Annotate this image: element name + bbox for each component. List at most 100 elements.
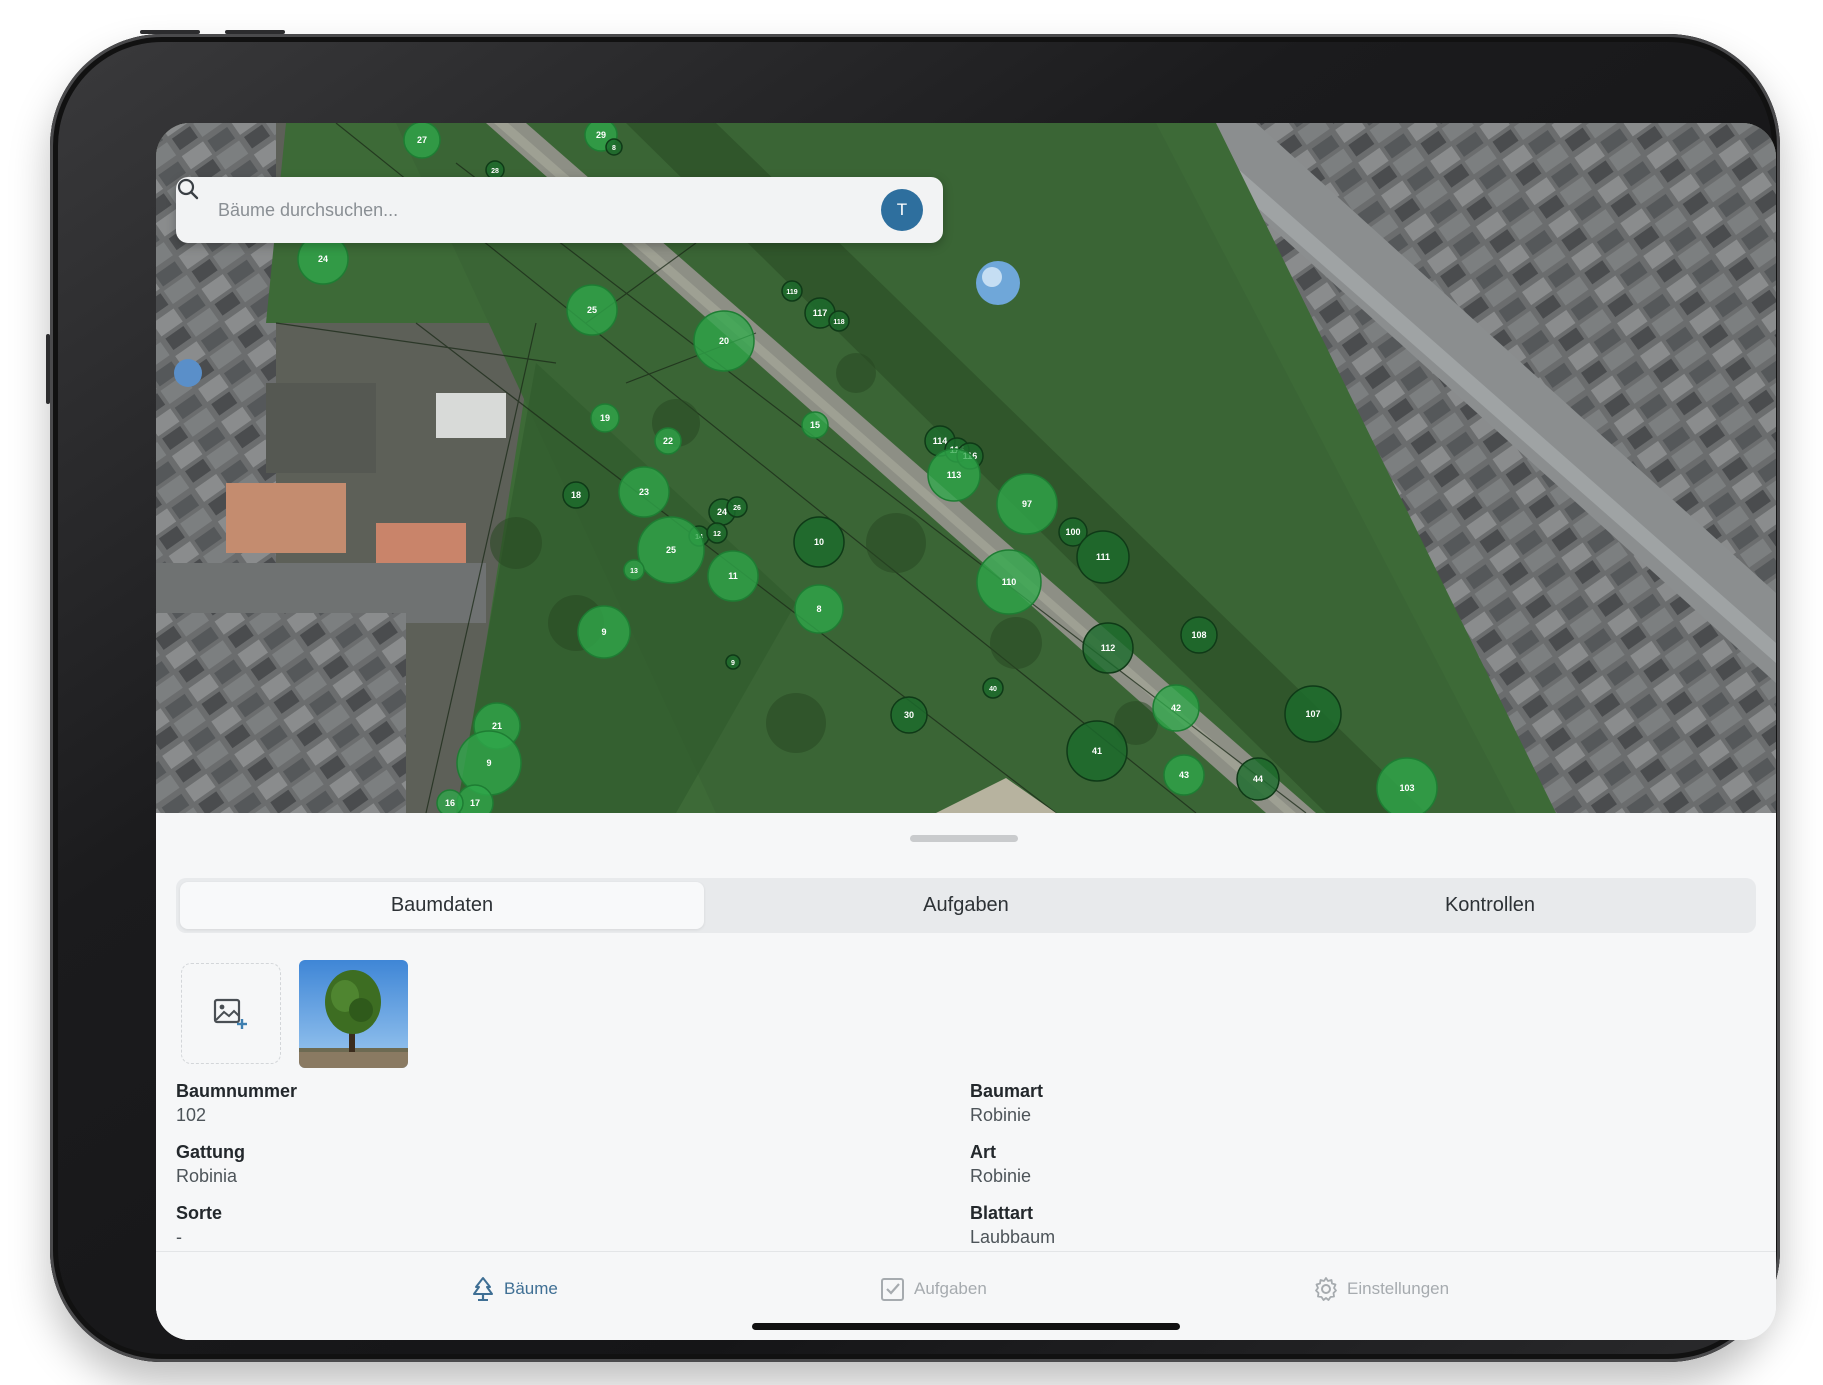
tree-marker-label: 114 xyxy=(933,436,948,446)
tree-marker[interactable]: 8 xyxy=(605,138,623,156)
blattart-value: Laubbaum xyxy=(970,1227,1056,1247)
tree-marker-label: 103 xyxy=(1399,783,1414,793)
tree-marker[interactable]: 113 xyxy=(927,448,981,502)
tree-marker[interactable]: 15 xyxy=(801,411,829,439)
tree-marker-label: 41 xyxy=(1092,746,1102,756)
tree-marker-label: 43 xyxy=(1179,770,1189,780)
tree-marker[interactable]: 19 xyxy=(590,403,620,433)
search-bar[interactable]: Bäume durchsuchen... T xyxy=(176,177,943,243)
tree-marker-label: 9 xyxy=(731,660,735,667)
tree-marker[interactable]: 110 xyxy=(976,549,1042,615)
tree-marker[interactable]: 42 xyxy=(1152,684,1200,732)
tree-marker[interactable]: 107 xyxy=(1284,685,1342,743)
baumnummer-value: 102 xyxy=(176,1105,207,1125)
tree-marker-label: 13 xyxy=(630,568,638,575)
tree-marker-label: 17 xyxy=(470,798,480,808)
tree-marker-label: 28 xyxy=(491,168,499,175)
tabbar-item-baeume[interactable]: Bäume xyxy=(470,1276,558,1302)
tree-marker[interactable]: 9 xyxy=(577,605,631,659)
tabbar-item-aufgaben[interactable]: Aufgaben xyxy=(880,1276,987,1302)
tree-marker-label: 9 xyxy=(601,627,606,637)
add-image-icon xyxy=(213,998,247,1029)
baumart-label: Baumart xyxy=(970,1081,1044,1101)
tree-marker[interactable]: 20 xyxy=(693,310,755,372)
tree-marker[interactable]: 18 xyxy=(562,481,590,509)
tabbar-item-einstellungen[interactable]: Einstellungen xyxy=(1313,1276,1449,1302)
tree-marker[interactable]: 118 xyxy=(828,310,850,332)
tree-marker-label: 113 xyxy=(947,470,962,480)
tree-marker[interactable]: 11 xyxy=(707,550,759,602)
tree-marker-label: 107 xyxy=(1305,709,1320,719)
tree-marker[interactable]: 26 xyxy=(726,496,748,518)
sorte-label: Sorte xyxy=(176,1203,223,1223)
home-indicator xyxy=(752,1323,1180,1330)
tree-marker[interactable]: 103 xyxy=(1376,757,1438,813)
tree-marker[interactable]: 111 xyxy=(1076,530,1130,584)
tree-marker-label: 16 xyxy=(445,798,455,808)
baumart-value: Robinie xyxy=(970,1105,1032,1125)
tree-marker-label: 12 xyxy=(713,531,721,538)
tree-marker[interactable]: 9 xyxy=(725,654,741,670)
tree-marker[interactable]: 25 xyxy=(637,516,705,584)
tree-marker[interactable]: 8 xyxy=(794,584,844,634)
tree-marker-label: 22 xyxy=(663,436,673,446)
gear-icon xyxy=(1315,1277,1337,1301)
tree-photo[interactable] xyxy=(299,960,408,1068)
app-screen: 2729828242520119117118192215182324261412… xyxy=(156,123,1776,1340)
tree-marker[interactable]: 9 xyxy=(456,730,522,796)
tree-marker[interactable]: 13 xyxy=(623,559,645,581)
field-blattart: Blattart Laubbaum xyxy=(970,1201,1055,1249)
tree-marker[interactable]: 16 xyxy=(436,789,464,813)
tree-marker-label: 25 xyxy=(587,305,597,315)
tree-marker[interactable]: 119 xyxy=(781,280,803,302)
tree-marker-label: 30 xyxy=(904,710,914,720)
tree-marker-label: 8 xyxy=(612,145,616,152)
top-button-right xyxy=(225,30,285,34)
tree-marker[interactable]: 23 xyxy=(618,466,670,518)
tree-marker-label: 118 xyxy=(833,319,844,326)
search-input[interactable]: Bäume durchsuchen... xyxy=(218,200,881,221)
tree-marker[interactable]: 12 xyxy=(706,522,728,544)
tree-marker-label: 9 xyxy=(486,758,491,768)
tree-marker-label: 97 xyxy=(1022,499,1032,509)
field-baumnummer: Baumnummer 102 xyxy=(176,1079,297,1127)
tree-marker-label: 25 xyxy=(666,545,676,555)
tree-marker-label: 119 xyxy=(786,289,797,296)
field-gattung: Gattung Robinia xyxy=(176,1140,245,1188)
tree-marker[interactable]: 30 xyxy=(890,696,928,734)
tree-marker-label: 11 xyxy=(728,571,738,581)
tab-kontrollen[interactable]: Kontrollen xyxy=(1228,882,1752,929)
tree-icon xyxy=(473,1277,493,1301)
tree-marker[interactable]: 112 xyxy=(1082,622,1134,674)
sheet-grabber[interactable] xyxy=(910,835,1018,842)
tree-marker[interactable]: 97 xyxy=(996,473,1058,535)
gattung-value: Robinia xyxy=(176,1166,238,1186)
tree-marker[interactable]: 41 xyxy=(1066,720,1128,782)
satellite-map[interactable]: 2729828242520119117118192215182324261412… xyxy=(156,123,1776,813)
tree-marker[interactable]: 44 xyxy=(1236,757,1280,801)
tree-marker[interactable]: 27 xyxy=(403,123,441,159)
tab-aufgaben[interactable]: Aufgaben xyxy=(704,882,1228,929)
field-sorte: Sorte - xyxy=(176,1201,222,1249)
tree-marker-label: 23 xyxy=(639,487,649,497)
avatar[interactable]: T xyxy=(881,189,923,231)
tablet-frame: 2729828242520119117118192215182324261412… xyxy=(46,30,1780,1362)
add-photo-button[interactable] xyxy=(181,963,281,1064)
tree-marker-label: 42 xyxy=(1171,703,1181,713)
tree-marker-label: 108 xyxy=(1191,630,1206,640)
tree-marker[interactable]: 108 xyxy=(1180,616,1218,654)
tree-marker-label: 15 xyxy=(810,420,820,430)
side-button xyxy=(46,334,50,404)
gattung-label: Gattung xyxy=(176,1142,245,1162)
tree-marker[interactable]: 40 xyxy=(982,677,1004,699)
tree-marker-label: 19 xyxy=(600,413,610,423)
tree-marker[interactable]: 25 xyxy=(566,284,618,336)
tree-marker[interactable]: 10 xyxy=(793,516,845,568)
sorte-value: - xyxy=(176,1227,182,1247)
tree-marker-label: 111 xyxy=(1096,552,1110,562)
tree-marker[interactable]: 43 xyxy=(1163,754,1205,796)
tree-marker-label: 10 xyxy=(814,537,824,547)
tab-baumdaten[interactable]: Baumdaten xyxy=(180,882,704,929)
tree-marker[interactable]: 22 xyxy=(654,427,682,455)
tabbar-label-baeume: Bäume xyxy=(504,1279,558,1298)
